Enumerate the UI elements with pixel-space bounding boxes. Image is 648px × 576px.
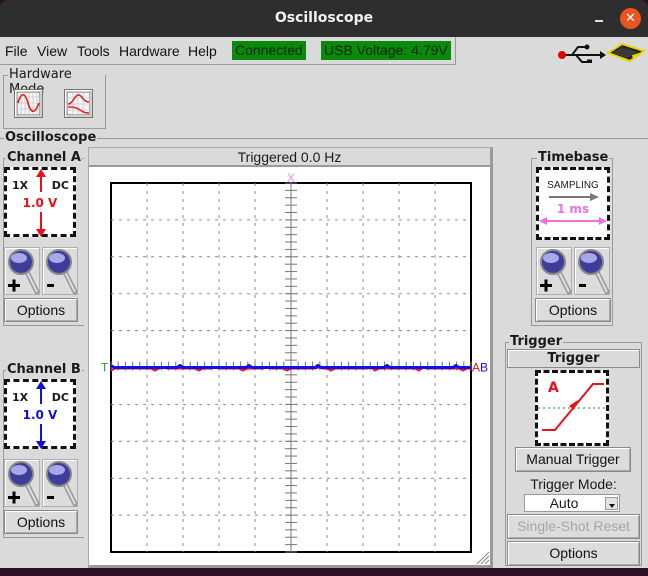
minimize-button[interactable] xyxy=(593,8,605,24)
manual-trigger-button[interactable]: Manual Trigger xyxy=(515,447,631,472)
usb-status-dot xyxy=(558,51,566,59)
x-cursor-marker: X xyxy=(287,171,295,185)
channel-b-zoom-out-button[interactable] xyxy=(42,459,78,507)
usb-device-icon xyxy=(558,42,646,63)
desktop-background xyxy=(0,568,648,576)
timebase-zoom-out-button[interactable] xyxy=(574,247,610,295)
oscilloscope-mode-button[interactable] xyxy=(14,89,43,118)
resize-grip-icon[interactable] xyxy=(474,549,490,565)
channel-a-title: Channel A xyxy=(6,150,82,165)
scope-display[interactable]: X T A B xyxy=(89,148,494,569)
channel-a-zoom-in-button[interactable] xyxy=(4,247,40,295)
timebase-display[interactable]: SAMPLING 1 ms xyxy=(536,167,610,240)
bode-mode-button[interactable] xyxy=(64,89,93,118)
channel-b-probe: 1X xyxy=(12,391,29,404)
trigger-level-marker: T xyxy=(101,361,109,375)
menu-file[interactable]: File xyxy=(5,43,28,59)
menu-help[interactable]: Help xyxy=(188,43,217,59)
timebase-zoom-in-button[interactable] xyxy=(536,247,572,295)
oscilloscope-section-title: Oscilloscope xyxy=(4,130,98,145)
timebase-span-arrow-icon xyxy=(539,217,607,225)
timebase-options-button[interactable]: Options xyxy=(535,298,611,322)
menu-tools[interactable]: Tools xyxy=(77,43,110,59)
channel-b-display[interactable]: 1X DC 1.0 V xyxy=(4,379,76,449)
channel-a-scale-arrow-icon xyxy=(36,169,46,237)
magnifier-plus-icon xyxy=(8,249,40,295)
single-shot-reset-button[interactable]: Single-Shot Reset xyxy=(507,514,640,539)
channel-a-marker: A xyxy=(472,361,480,375)
rising-edge-icon xyxy=(538,383,606,431)
channel-a-probe: 1X xyxy=(12,179,29,192)
connection-status: Connected xyxy=(232,41,306,60)
usb-voltage-status: USB Voltage: 4.79V xyxy=(321,41,451,60)
channel-b-zoom-in-button[interactable] xyxy=(4,459,40,507)
magnifier-minus-icon xyxy=(46,461,78,507)
channel-b-marker: B xyxy=(480,361,488,375)
channel-a-coupling: DC xyxy=(51,179,69,192)
menu-view[interactable]: View xyxy=(37,43,67,59)
menu-bar: File View Tools Hardware Help Connected … xyxy=(0,37,456,65)
window-title: Oscilloscope xyxy=(274,10,374,26)
timebase-title: Timebase xyxy=(537,150,610,165)
channel-a-options-button[interactable]: Options xyxy=(4,298,78,322)
channel-b-options-button[interactable]: Options xyxy=(4,510,78,534)
sine-wave-icon xyxy=(17,92,40,115)
frequency-response-icon xyxy=(67,92,90,115)
channel-a-display[interactable]: 1X DC 1.0 V xyxy=(4,167,76,237)
sampling-arrow-icon xyxy=(549,193,599,201)
device-icon xyxy=(605,42,646,63)
chevron-down-icon[interactable] xyxy=(605,497,618,510)
hardware-mode-group: Hardware Mode xyxy=(3,67,106,129)
magnifier-plus-icon xyxy=(8,461,40,507)
close-button[interactable]: ✕ xyxy=(620,8,641,29)
app-window: File View Tools Hardware Help Connected … xyxy=(0,37,648,568)
title-bar: Oscilloscope ✕ xyxy=(0,0,648,37)
trigger-group-title: Trigger xyxy=(509,334,564,349)
trigger-mode-label: Trigger Mode: xyxy=(530,476,617,492)
timebase-time-per-div: 1 ms xyxy=(556,202,590,216)
magnifier-minus-icon xyxy=(578,249,610,295)
channel-b-title: Channel B xyxy=(6,362,82,377)
trigger-header: Trigger xyxy=(507,349,640,368)
trigger-display[interactable]: A xyxy=(535,370,609,446)
trigger-mode-select[interactable]: Auto xyxy=(524,494,620,512)
channel-b-coupling: DC xyxy=(51,391,69,404)
channel-a-zoom-out-button[interactable] xyxy=(42,247,78,295)
timebase-mode: SAMPLING xyxy=(547,180,599,191)
channel-b-scale-arrow-icon xyxy=(36,381,46,449)
scope-panel: Triggered 0.0 Hz XTAB xyxy=(88,147,493,568)
trigger-options-button[interactable]: Options xyxy=(507,541,640,566)
trigger-mode-value: Auto xyxy=(549,495,579,511)
magnifier-minus-icon xyxy=(46,249,78,295)
menu-hardware[interactable]: Hardware xyxy=(119,43,180,59)
magnifier-plus-icon xyxy=(540,249,572,295)
